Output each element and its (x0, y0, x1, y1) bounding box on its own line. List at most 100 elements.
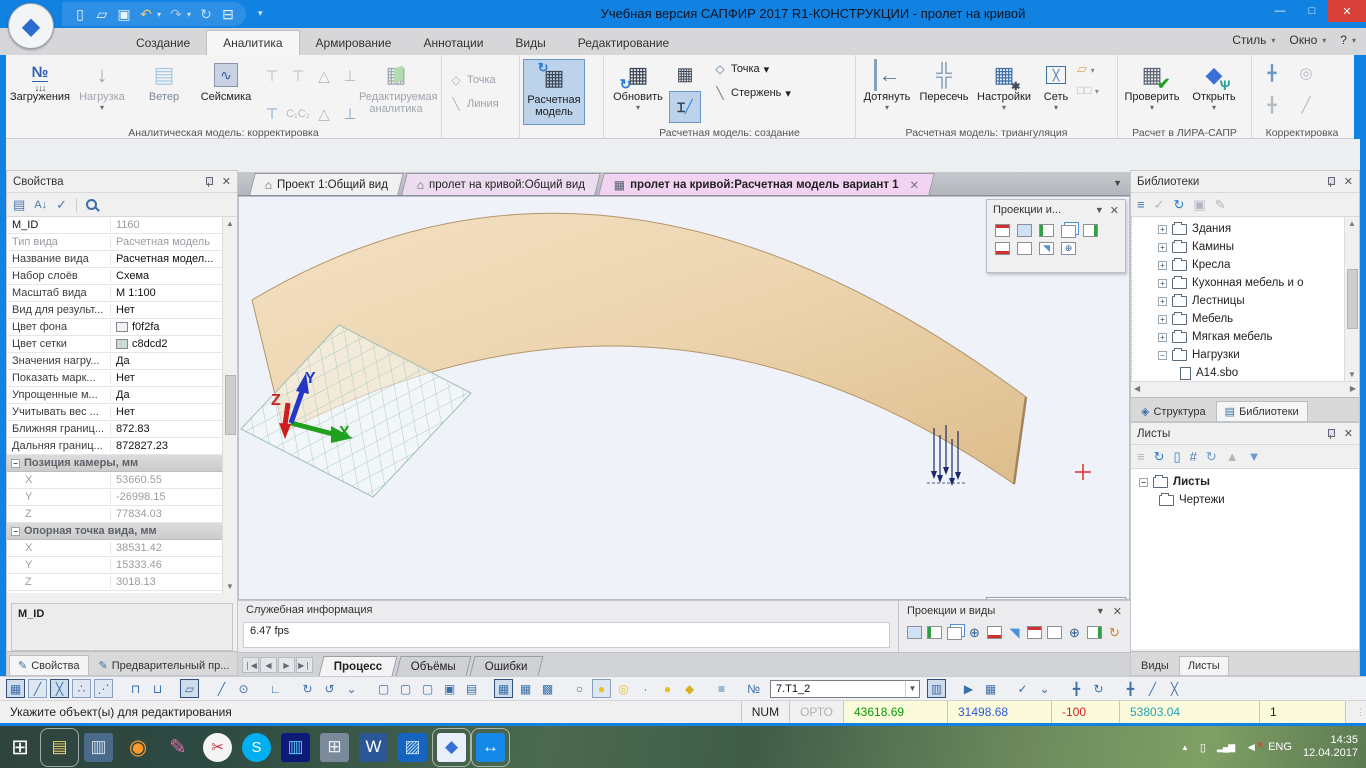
tree-item-sheets-root[interactable]: −Листы (1139, 473, 1359, 491)
view-top-icon[interactable] (995, 224, 1010, 237)
move-node-icon[interactable]: ╋ (1255, 57, 1289, 89)
ortho-mode-icon[interactable]: ∟ (266, 679, 285, 698)
seismic-button[interactable]: ∿ Сейсмика (195, 57, 257, 103)
doc-tab-general-view[interactable]: ⌂пролет на кривой:Общий вид (401, 173, 601, 195)
open-in-lira-button[interactable]: ◆Ѱ Открыть▾ (1183, 57, 1245, 112)
pv-rotate-icon[interactable]: ↻ (1107, 626, 1122, 639)
rotate-caret-icon[interactable]: ⌄ (342, 679, 361, 698)
prop-row[interactable]: Y-26998.15 (7, 489, 237, 506)
slab-mesh-icon[interactable]: ▱ ▾ (1077, 61, 1099, 77)
table-filter-icon[interactable]: ▦ (981, 679, 1000, 698)
minimize-button[interactable]: — (1264, 0, 1296, 22)
new-file-icon[interactable]: ▯ (72, 6, 88, 23)
style-menu[interactable]: Стиль (1232, 33, 1266, 47)
apply-caret-icon[interactable]: ⌄ (1035, 679, 1054, 698)
open-folder-icon[interactable]: ▱ (94, 6, 110, 23)
prop-row[interactable]: Показать марк...Нет (7, 370, 237, 387)
snipping-tool-icon[interactable]: ✂ (203, 733, 232, 762)
snap-point-icon[interactable]: ∴ (72, 679, 91, 698)
pv-zoom2-icon[interactable]: ⊕ (1067, 626, 1082, 639)
tree-item-furniture[interactable]: +Мебель (1158, 310, 1359, 328)
word-icon[interactable]: W (359, 733, 388, 762)
expand-icon[interactable]: + (1158, 279, 1167, 288)
select-filter-icon[interactable]: ▶ (959, 679, 978, 698)
load-button[interactable]: ↓ Нагрузка▾ (71, 57, 133, 112)
prop-row[interactable]: Значения нагру...Да (7, 353, 237, 370)
update-mesh-icon[interactable]: ▦ (669, 59, 701, 89)
lamp-icon[interactable]: ● (658, 679, 677, 698)
prop-row[interactable]: Упрощенные м...Да (7, 387, 237, 404)
calc-point-button[interactable]: ◇Точка▾ (709, 57, 795, 81)
last-page-icon[interactable]: ▶❘ (296, 657, 313, 673)
doc-tab-calc-model[interactable]: ▦пролет на кривой:Расчетная модель вариа… (599, 173, 936, 195)
resize-grip[interactable]: ⋮⋮ (1345, 701, 1366, 723)
pv-camera-icon[interactable]: ◥ (1007, 626, 1022, 639)
view-left-icon[interactable] (1039, 224, 1054, 237)
viewport-3d[interactable]: X Y Z (238, 196, 1130, 600)
collapse-icon[interactable]: − (11, 459, 20, 468)
tree-item-fireplaces[interactable]: +Камины (1158, 238, 1359, 256)
analytic-view-icon[interactable]: ▦ (494, 679, 513, 698)
sheet-settings-icon[interactable]: ≡ (1137, 449, 1145, 464)
save-library-icon[interactable]: ▣ (1193, 197, 1205, 213)
tab-structure[interactable]: ◈Структура (1133, 402, 1214, 421)
prop-row[interactable]: Дальняя границ...872827.23 (7, 438, 237, 455)
trim-icon[interactable]: ╱ (1143, 679, 1162, 698)
snap-segment-icon[interactable]: ⋰ (94, 679, 113, 698)
tab-process[interactable]: Процесс (319, 656, 398, 676)
libraries-hscrollbar[interactable]: ◀▶ (1131, 381, 1359, 395)
support-pile-icon[interactable]: ⊥ (337, 57, 363, 95)
volume-muted-icon[interactable]: ◄✕ (1245, 740, 1257, 754)
snap-grid-icon[interactable]: ▦ (6, 679, 25, 698)
pv-left-icon[interactable] (927, 626, 942, 639)
network-signal-icon[interactable]: ▂▄▆ (1217, 742, 1234, 753)
light-off-icon[interactable]: ○ (570, 679, 589, 698)
move-down-icon[interactable]: ▼ (1248, 449, 1261, 464)
panel-menu-caret-icon[interactable]: ▼ (1095, 205, 1104, 215)
paint-icon[interactable]: ✎ (158, 727, 198, 767)
view-iso-icon[interactable] (1061, 225, 1076, 238)
tab-redaktirovanie[interactable]: Редактирование (562, 31, 685, 55)
prop-group-target[interactable]: −Опорная точка вида, мм (7, 523, 237, 540)
new-sheet-icon[interactable]: ▯ (1174, 449, 1181, 465)
close-icon[interactable]: ✕ (1113, 605, 1122, 618)
wire-mode-icon[interactable]: ▢ (396, 679, 415, 698)
loads-cases-button[interactable]: №↓↓↓ Загружения (9, 57, 71, 103)
tab-properties[interactable]: ✎Свойства (9, 655, 89, 675)
sapfir-icon[interactable]: ◆ (437, 733, 466, 762)
pv-front-icon[interactable] (907, 626, 922, 639)
clock[interactable]: 14:35 12.04.2017 (1303, 734, 1358, 760)
close-icon[interactable]: ✕ (222, 175, 231, 188)
close-icon[interactable]: ✕ (1110, 204, 1119, 217)
extend-icon[interactable]: ╳ (1165, 679, 1184, 698)
wind-button[interactable]: ▤ Ветер (133, 57, 195, 103)
ortho-indicator[interactable]: ОРТО (789, 701, 843, 723)
tree-item-chairs[interactable]: +Кресла (1158, 256, 1359, 274)
prop-row[interactable]: M_ID1160 (7, 217, 237, 234)
pv-right-icon[interactable] (1087, 626, 1102, 639)
light-scene-icon[interactable]: ◎ (614, 679, 633, 698)
render-mode-icon[interactable]: ▣ (440, 679, 459, 698)
line-tool-button[interactable]: ╲Линия (445, 92, 503, 116)
view-camera-icon[interactable]: ◥ (1039, 242, 1054, 255)
prop-row[interactable]: Y15333.46 (7, 557, 237, 574)
view-bottom-icon[interactable] (995, 242, 1010, 255)
pv-bottom-icon[interactable] (987, 626, 1002, 639)
apply-check-icon[interactable]: ✓ (1013, 679, 1032, 698)
line-mode-icon[interactable]: ╱ (212, 679, 231, 698)
prop-row[interactable]: Z3018.13 (7, 574, 237, 591)
prop-row[interactable]: Z77834.03 (7, 506, 237, 523)
prop-row[interactable]: Набор слоёвСхема (7, 268, 237, 285)
tree-item-stairs[interactable]: +Лестницы (1158, 292, 1359, 310)
check-model-button[interactable]: ▦✔ Проверить▾ (1121, 57, 1183, 112)
undo-caret-icon[interactable]: ▾ (156, 10, 162, 19)
first-page-icon[interactable]: ❘◀ (242, 657, 259, 673)
pv-top-icon[interactable] (1027, 626, 1042, 639)
support-truss-icon[interactable]: △ (311, 57, 337, 95)
refresh-icon[interactable]: ↻ (1174, 197, 1185, 213)
libraries-scrollbar[interactable]: ▲▼ (1344, 217, 1359, 381)
support-fixed-icon[interactable]: ⊤ (285, 57, 311, 95)
snap-line-icon[interactable]: ╱ (28, 679, 47, 698)
view-right-icon[interactable] (1083, 224, 1098, 237)
close-button[interactable]: ✕ (1328, 0, 1366, 22)
